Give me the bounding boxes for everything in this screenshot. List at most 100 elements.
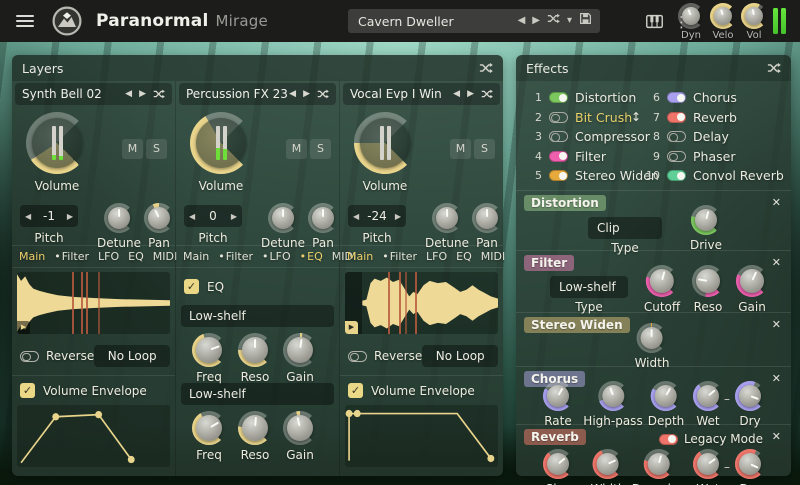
filter-enable-toggle[interactable] (549, 151, 568, 162)
filter-close-icon[interactable]: ✕ (772, 256, 781, 269)
layer2-random-icon[interactable] (317, 88, 329, 100)
stereo-widen-enable-toggle[interactable] (549, 170, 568, 181)
chorus-rate-knob[interactable] (543, 381, 573, 411)
layer2-tab-lfo[interactable]: •LFO (262, 250, 291, 263)
reverb-size-knob[interactable] (543, 449, 573, 479)
reverb-dry-knob[interactable] (735, 449, 765, 479)
reverb-enable-toggle[interactable] (667, 112, 686, 123)
layer1-tab-filter[interactable]: •Filter (54, 250, 89, 263)
chorus-close-icon[interactable]: ✕ (772, 372, 781, 385)
drive-knob[interactable] (691, 205, 721, 235)
layer1-next-icon[interactable]: ▶ (139, 89, 146, 99)
effects-random-icon[interactable] (767, 61, 781, 75)
fx-slot-filter[interactable]: 4 Filter (526, 147, 659, 167)
layer3-tab-midi[interactable]: MIDI (481, 250, 505, 263)
layer2-eq-band1-gain-knob[interactable] (283, 333, 317, 367)
fx-slot-compressor[interactable]: 3 Compressor (526, 127, 659, 147)
preset-next-icon[interactable]: ▶ (532, 9, 540, 33)
layer1-reverse-toggle[interactable] (20, 351, 39, 362)
layer1-solo-button[interactable]: S (146, 139, 167, 159)
velo-knob[interactable] (710, 3, 736, 29)
layer3-envelope-checkbox[interactable]: ✓ (348, 383, 363, 398)
layer2-eq-band2-gain-knob[interactable] (283, 411, 317, 445)
layer2-detune-knob[interactable] (268, 203, 298, 233)
layer3-waveform[interactable]: ▶ (345, 272, 498, 334)
reverb-close-icon[interactable]: ✕ (772, 430, 781, 443)
pitch-increment-icon[interactable]: ▶ (395, 212, 401, 221)
preset-random-icon[interactable] (547, 9, 560, 33)
pitch-increment-icon[interactable]: ▶ (231, 212, 237, 221)
layer3-pitch-stepper[interactable]: ◀ -24 ▶ (348, 205, 406, 227)
pitch-decrement-icon[interactable]: ◀ (25, 212, 31, 221)
layer2-eq-band1-type-dropdown[interactable]: Low-shelf (181, 305, 334, 327)
loop-marker[interactable] (399, 272, 401, 334)
stereo-widen-close-icon[interactable]: ✕ (772, 318, 781, 331)
keyboard-icon[interactable] (646, 14, 663, 29)
layer2-tab-main[interactable]: Main (183, 250, 209, 263)
layer3-play-icon[interactable]: ▶ (345, 321, 358, 334)
layer2-eq-band2-freq-knob[interactable] (192, 411, 226, 445)
filter-reso-knob[interactable] (692, 265, 724, 297)
fx-slot-distortion[interactable]: 1 Distortion (526, 88, 659, 108)
reverb-width-knob[interactable] (593, 449, 623, 479)
layer1-envelope-editor[interactable] (17, 405, 170, 467)
chorus-highpass-knob[interactable] (598, 381, 628, 411)
layer1-envelope-checkbox[interactable]: ✓ (20, 383, 35, 398)
layer1-tab-midi[interactable]: MIDI (153, 250, 177, 263)
layer2-pan-knob[interactable] (308, 203, 338, 233)
layer1-waveform[interactable]: ▶ (17, 272, 170, 334)
layer2-eq-band1-reso-knob[interactable] (238, 333, 272, 367)
pitch-decrement-icon[interactable]: ◀ (189, 212, 195, 221)
layer1-volume-knob[interactable] (26, 112, 88, 174)
layer3-envelope-editor[interactable] (345, 405, 498, 467)
layer2-next-icon[interactable]: ▶ (303, 89, 310, 99)
fx-slot-chorus[interactable]: 6 Chorus (644, 88, 784, 108)
layer2-mute-button[interactable]: M (286, 139, 307, 159)
distortion-enable-toggle[interactable] (549, 92, 568, 103)
reverb-wet-knob[interactable] (693, 449, 723, 479)
layer2-eq-band2-type-dropdown[interactable]: Low-shelf (181, 383, 334, 405)
layer3-tab-lfo[interactable]: LFO (426, 250, 447, 263)
loop-marker[interactable] (388, 272, 390, 334)
cutoff-knob[interactable] (646, 265, 678, 297)
layer3-loop-mode-dropdown[interactable]: No Loop (422, 345, 498, 367)
layer1-tab-main[interactable]: Main (19, 250, 45, 263)
layer3-random-icon[interactable] (481, 88, 493, 100)
layer1-loop-mode-dropdown[interactable]: No Loop (94, 345, 170, 367)
delay-enable-toggle[interactable] (667, 131, 686, 142)
dyn-knob[interactable] (678, 3, 704, 29)
loop-marker[interactable] (415, 272, 417, 334)
layer1-tab-lfo[interactable]: LFO (98, 250, 119, 263)
layer2-pitch-stepper[interactable]: ◀ 0 ▶ (184, 205, 242, 227)
chorus-dry-knob[interactable] (735, 381, 765, 411)
fx-slot-phaser[interactable]: 9 Phaser (644, 147, 784, 167)
layer2-tab-filter[interactable]: •Filter (218, 250, 253, 263)
layer1-prev-icon[interactable]: ◀ (125, 89, 132, 99)
pitch-increment-icon[interactable]: ▶ (67, 212, 73, 221)
layer3-reverse-toggle[interactable] (348, 351, 367, 362)
preset-dropdown-icon[interactable]: ▾ (567, 9, 572, 33)
loop-marker[interactable] (98, 272, 100, 334)
layer1-sample-selector[interactable]: Synth Bell 02 ◀ ▶ (15, 83, 172, 105)
fx-slot-reverb[interactable]: ↕ 7 Reverb (644, 108, 784, 128)
bitcrush-enable-toggle[interactable] (549, 112, 568, 123)
distortion-close-icon[interactable]: ✕ (772, 196, 781, 209)
preset-save-icon[interactable] (579, 9, 592, 33)
fx-slot-delay[interactable]: 8 Delay (644, 127, 784, 147)
pitch-decrement-icon[interactable]: ◀ (353, 212, 359, 221)
layers-random-icon[interactable] (479, 61, 493, 75)
layer2-eq-checkbox[interactable]: ✓ (184, 279, 199, 294)
layer3-volume-knob[interactable] (354, 112, 416, 174)
layer3-tab-eq[interactable]: EQ (456, 250, 472, 263)
layer1-mute-button[interactable]: M (122, 139, 143, 159)
layer1-tab-eq[interactable]: EQ (128, 250, 144, 263)
layer3-tab-filter[interactable]: •Filter (382, 250, 417, 263)
preset-selector[interactable]: Cavern Dweller ◀ ▶ ▾ (348, 9, 600, 33)
layer3-sample-selector[interactable]: Vocal Evp I Win ◀ ▶ (343, 83, 500, 105)
drag-reorder-icon[interactable]: ↕ (631, 110, 641, 124)
chorus-depth-knob[interactable] (651, 381, 681, 411)
loop-marker[interactable] (72, 272, 74, 334)
loop-marker[interactable] (86, 272, 88, 334)
reverb-damping-knob[interactable] (644, 449, 674, 479)
chorus-wet-knob[interactable] (693, 381, 723, 411)
